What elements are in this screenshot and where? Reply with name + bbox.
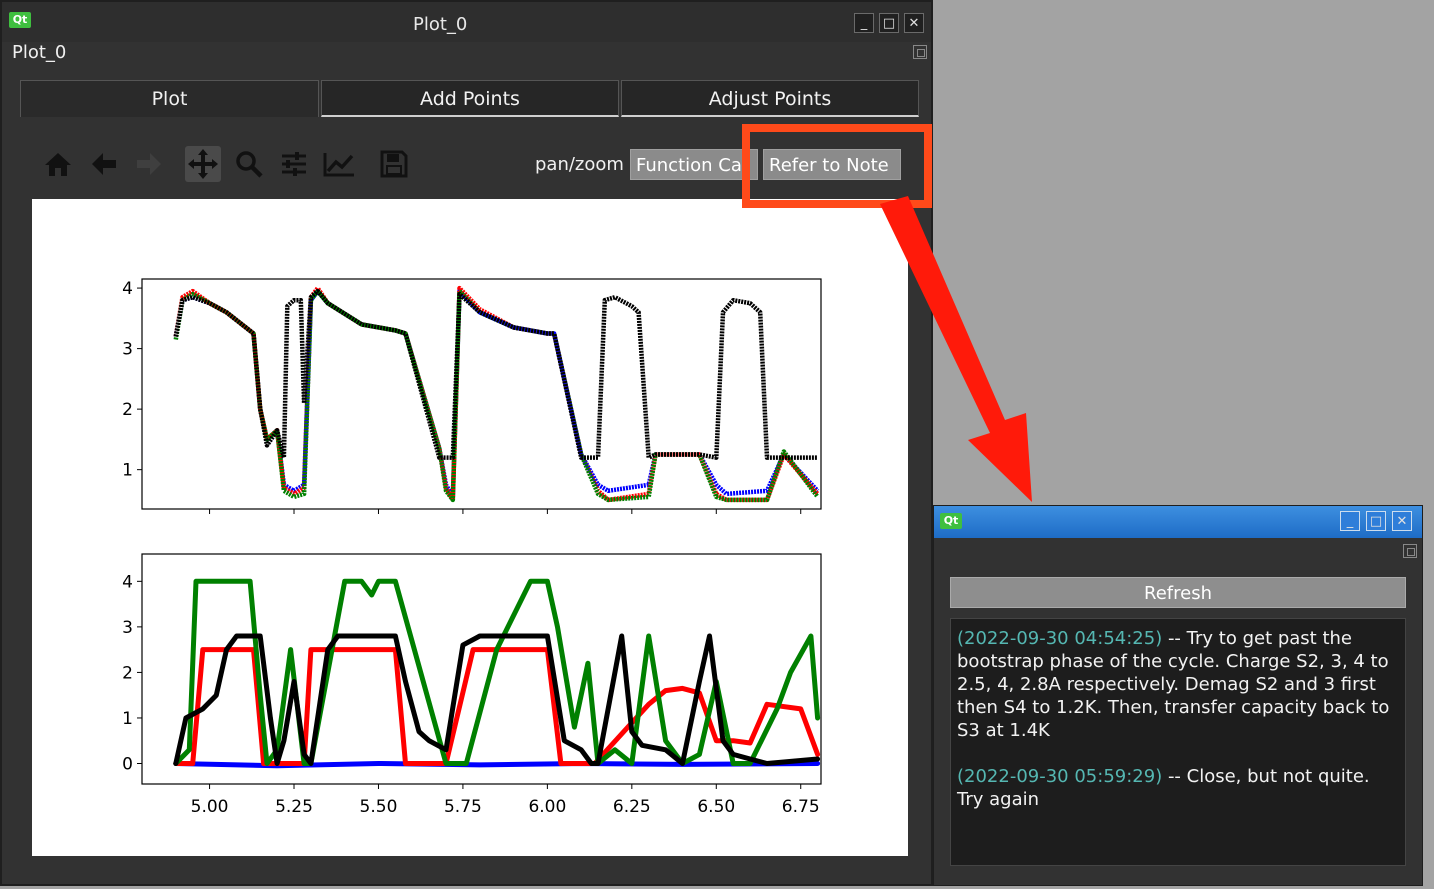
forward-arrow-icon[interactable] <box>131 146 167 182</box>
x-tick-label: 5.50 <box>360 797 398 817</box>
note-timestamp: (2022-09-30 04:54:25) <box>957 628 1163 649</box>
x-tick-label: 5.75 <box>444 797 482 817</box>
tab-plot[interactable]: Plot <box>20 80 319 117</box>
minimize-button[interactable]: _ <box>854 13 874 33</box>
note-timestamp: (2022-09-30 05:59:29) <box>957 766 1163 787</box>
x-tick-label: 6.25 <box>613 797 651 817</box>
qt-logo-icon: Qt <box>940 513 962 529</box>
maximize-button[interactable]: □ <box>1366 511 1386 531</box>
back-arrow-icon[interactable] <box>86 146 122 182</box>
minimize-button[interactable]: _ <box>1340 511 1360 531</box>
qt-logo-icon: Qt <box>9 12 31 28</box>
notes-text-area[interactable]: (2022-09-30 04:54:25) -- Try to get past… <box>950 618 1406 866</box>
configure-subplots-icon[interactable] <box>276 146 312 182</box>
y-tick-label: 0 <box>122 755 133 775</box>
save-icon[interactable] <box>376 146 412 182</box>
x-tick-label: 5.00 <box>191 797 229 817</box>
refresh-button[interactable]: Refresh <box>950 577 1406 608</box>
home-icon[interactable] <box>40 146 76 182</box>
window-title: Plot_0 <box>413 14 468 35</box>
close-button[interactable]: ✕ <box>1392 511 1412 531</box>
y-tick-label: 2 <box>122 663 133 683</box>
window-titlebar[interactable]: Qt Plot_0 _ □ ✕ <box>2 2 931 42</box>
y-tick-label: 2 <box>122 400 133 420</box>
pan-move-icon[interactable] <box>185 146 221 182</box>
tab-adjust-points[interactable]: Adjust Points <box>621 80 919 117</box>
y-tick-label: 4 <box>122 279 133 299</box>
toolbar-mode-label: pan/zoom <box>535 154 624 175</box>
axes-frame <box>141 553 822 785</box>
y-tick-label: 3 <box>122 340 133 360</box>
note-entry: (2022-09-30 04:54:25) -- Try to get past… <box>957 627 1399 742</box>
notes-window: Qt _ □ ✕ Refresh (2022-09-30 04:54:25) -… <box>933 505 1423 886</box>
maximize-button[interactable]: □ <box>879 13 899 33</box>
notes-titlebar[interactable]: Qt _ □ ✕ <box>934 506 1422 538</box>
function-call-button[interactable]: Function Ca <box>630 149 758 180</box>
tab-add-points[interactable]: Add Points <box>321 80 619 117</box>
x-tick-label: 6.50 <box>697 797 735 817</box>
x-tick-label: 6.75 <box>782 797 820 817</box>
edit-axis-icon[interactable] <box>321 146 357 182</box>
highlight-box <box>742 124 932 208</box>
y-tick-label: 1 <box>122 709 133 729</box>
note-entry: (2022-09-30 05:59:29) -- Close, but not … <box>957 765 1399 811</box>
close-button[interactable]: ✕ <box>904 13 924 33</box>
zoom-icon[interactable] <box>231 146 267 182</box>
undock-icon[interactable] <box>1403 544 1417 558</box>
y-tick-label: 1 <box>122 461 133 481</box>
x-tick-label: 5.25 <box>275 797 313 817</box>
y-tick-label: 4 <box>122 572 133 592</box>
plot-figure: 1 2 3 4 0 1 2 3 4 5.00 5.25 5.50 5.75 6.00 6.25 6.50 6.7… <box>122 278 822 817</box>
dock-title: Plot_0 <box>12 42 67 63</box>
x-tick-label: 6.00 <box>528 797 566 817</box>
undock-icon[interactable] <box>913 45 927 59</box>
plot-canvas[interactable]: 1 2 3 4 0 1 2 3 4 5.00 5.25 5.50 5.75 6.00 6.25 6.50 6.7… <box>32 199 908 856</box>
y-tick-label: 3 <box>122 618 133 638</box>
